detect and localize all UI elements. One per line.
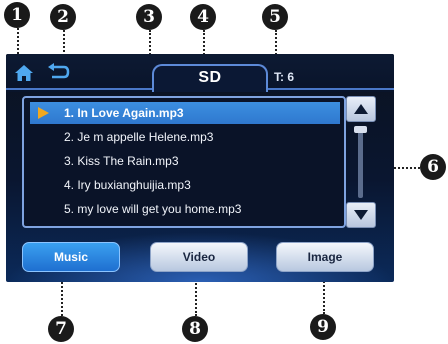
play-icon (38, 107, 49, 119)
callout-label: 3 (143, 7, 155, 27)
leader-line-8 (195, 280, 197, 316)
track-info: T: 6 (274, 70, 295, 84)
music-tab[interactable]: Music (22, 242, 120, 272)
callout-8: 8 (182, 316, 208, 342)
callout-label: 1 (11, 5, 23, 25)
playlist-item[interactable]: 4. Iry buxianghuijia.mp3 (30, 174, 340, 196)
playlist-panel: 1. In Love Again.mp3 2. Je m appelle Hel… (22, 96, 346, 228)
arrow-down-icon (354, 210, 368, 220)
callout-4: 4 (190, 4, 216, 30)
playlist-item[interactable]: 5. my love will get you home.mp3 (30, 198, 340, 220)
playlist-item[interactable]: 2. Je m appelle Helene.mp3 (30, 126, 340, 148)
callout-3: 3 (136, 4, 162, 30)
playlist-item-label: 4. Iry buxianghuijia.mp3 (64, 178, 191, 192)
callout-label: 2 (57, 7, 69, 27)
playlist-item[interactable]: 1. In Love Again.mp3 (30, 102, 340, 124)
scroll-track[interactable] (358, 126, 363, 198)
scroll-down-button[interactable] (346, 202, 376, 228)
leader-line-7 (61, 278, 63, 316)
callout-9: 9 (310, 314, 336, 340)
image-tab[interactable]: Image (276, 242, 374, 272)
back-arrow-icon[interactable] (46, 63, 70, 81)
scroll-up-button[interactable] (346, 96, 376, 122)
media-player-screen: SD T: 6 1. In Love Again.mp3 2. Je m app… (6, 54, 394, 282)
callout-1: 1 (4, 2, 30, 28)
callout-5: 5 (262, 4, 288, 30)
callout-label: 6 (427, 157, 439, 177)
playlist-item-label: 5. my love will get you home.mp3 (64, 202, 242, 216)
playlist-item-label: 3. Kiss The Rain.mp3 (64, 154, 179, 168)
playlist-scrollbar (346, 96, 376, 228)
callout-2: 2 (50, 4, 76, 30)
callout-label: 5 (269, 7, 281, 27)
playlist-item[interactable]: 3. Kiss The Rain.mp3 (30, 150, 340, 172)
scroll-thumb[interactable] (354, 126, 367, 133)
playlist-item-label: 2. Je m appelle Helene.mp3 (64, 130, 214, 144)
callout-7: 7 (48, 316, 74, 342)
callout-label: 7 (55, 319, 67, 339)
video-tab[interactable]: Video (150, 242, 248, 272)
leader-line-9 (323, 278, 325, 314)
callout-6: 6 (420, 154, 446, 180)
callout-label: 8 (189, 319, 201, 339)
arrow-up-icon (354, 104, 368, 114)
home-icon[interactable] (14, 64, 34, 82)
callout-label: 9 (317, 317, 329, 337)
playlist-item-label: 1. In Love Again.mp3 (64, 106, 184, 120)
callout-label: 4 (197, 7, 209, 27)
tab-sd-label: SD (198, 69, 222, 86)
